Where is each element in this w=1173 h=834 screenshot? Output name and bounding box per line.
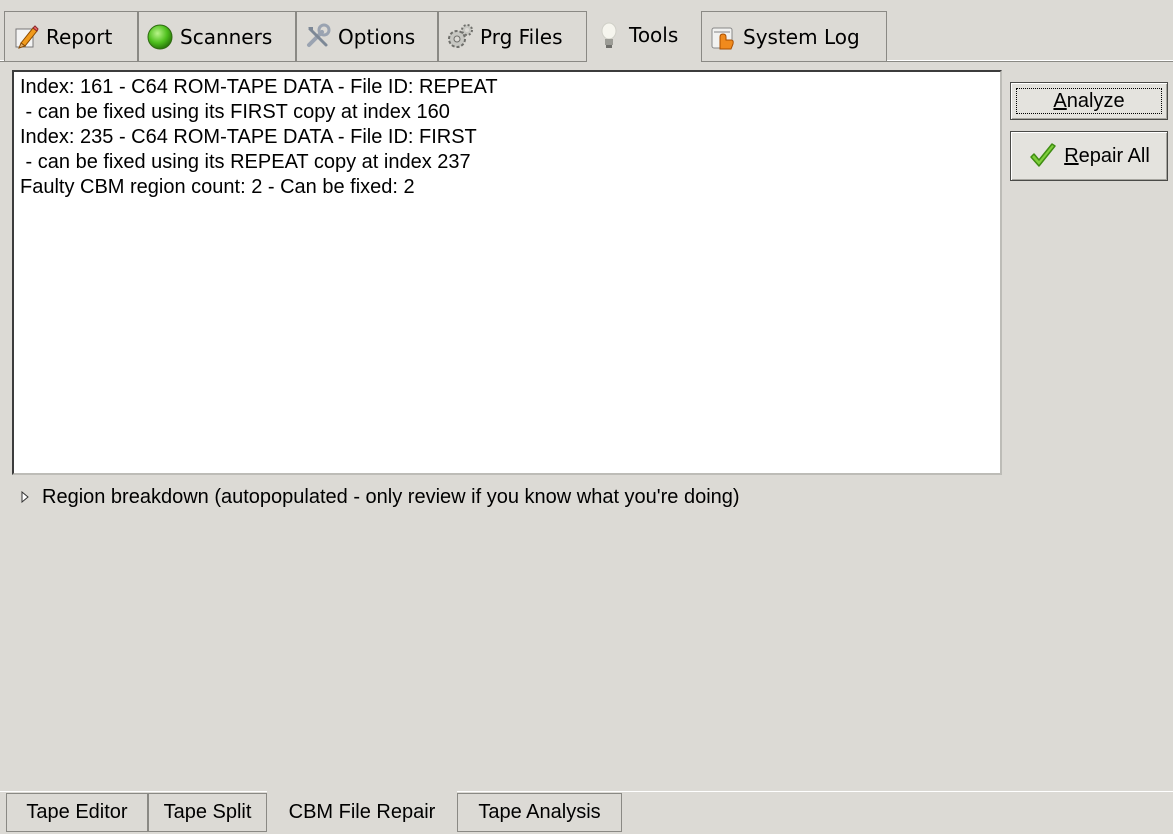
app-window: Report Scanners Options Prg Files Tools …: [0, 0, 1173, 834]
tab-options[interactable]: Options: [296, 11, 438, 61]
tab-prg-files-label: Prg Files: [480, 24, 563, 49]
tab-tools[interactable]: Tools: [587, 6, 701, 63]
tools-icon: [303, 22, 333, 52]
expand-arrow-icon: [20, 491, 34, 503]
top-tab-bar: Report Scanners Options Prg Files Tools …: [0, 0, 1173, 67]
green-circle-icon: [145, 22, 175, 52]
tab-tools-label: Tools: [629, 23, 679, 47]
tab-tape-editor[interactable]: Tape Editor: [6, 793, 148, 832]
tab-cbm-file-repair[interactable]: CBM File Repair: [267, 790, 457, 834]
tab-tape-analysis[interactable]: Tape Analysis: [457, 793, 622, 832]
log-line: Index: 235 - C64 ROM-TAPE DATA - File ID…: [20, 126, 477, 148]
tab-prg-files[interactable]: Prg Files: [438, 11, 587, 61]
gears-icon: [445, 22, 475, 52]
pencil-icon: [11, 22, 41, 52]
tab-system-log[interactable]: System Log: [701, 11, 887, 61]
tab-report[interactable]: Report: [4, 11, 138, 61]
repair-log-textview[interactable]: Index: 161 - C64 ROM-TAPE DATA - File ID…: [12, 70, 1002, 475]
tab-scanners[interactable]: Scanners: [138, 11, 296, 61]
log-icon: [708, 22, 738, 52]
tab-tape-split-label: Tape Split: [163, 801, 252, 823]
tab-cbm-file-repair-label: CBM File Repair: [288, 800, 436, 823]
repair-mnemonic: R: [1064, 144, 1079, 167]
tab-tape-editor-label: Tape Editor: [26, 801, 128, 823]
repair-all-button[interactable]: Repair All: [1010, 131, 1168, 181]
checkmark-icon: [1028, 142, 1058, 170]
tab-report-label: Report: [46, 24, 113, 49]
log-line: - can be fixed using its FIRST copy at i…: [20, 101, 450, 123]
tab-scanners-label: Scanners: [180, 24, 273, 49]
log-line: Index: 161 - C64 ROM-TAPE DATA - File ID…: [20, 76, 498, 98]
log-line: Faulty CBM region count: 2 - Can be fixe…: [20, 176, 415, 198]
region-breakdown-label: Region breakdown (autopopulated - only r…: [42, 485, 740, 508]
tab-tape-analysis-label: Tape Analysis: [478, 801, 601, 823]
region-breakdown-expander[interactable]: Region breakdown (autopopulated - only r…: [20, 484, 740, 510]
tab-options-label: Options: [338, 24, 416, 49]
lightbulb-icon: [594, 20, 624, 50]
tab-system-log-label: System Log: [743, 24, 860, 49]
analyze-button[interactable]: Analyze: [1010, 82, 1168, 120]
log-line: - can be fixed using its REPEAT copy at …: [20, 151, 471, 173]
repair-label: epair All: [1078, 144, 1150, 167]
tab-tape-split[interactable]: Tape Split: [148, 793, 267, 832]
